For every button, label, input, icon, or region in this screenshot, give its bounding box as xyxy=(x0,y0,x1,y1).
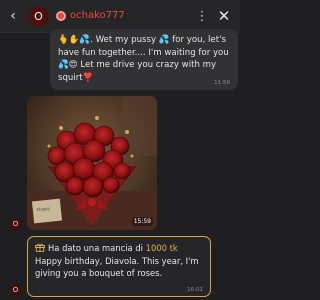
user-badge-icon xyxy=(56,11,66,21)
close-icon[interactable]: ✕ xyxy=(216,8,232,24)
message-text: 🫰✋💦. Wet my pussy 💦 for you, let's have … xyxy=(58,35,229,83)
message-time: 16:01 xyxy=(187,287,203,293)
message-time: 11:58 xyxy=(214,80,230,86)
rose-bouquet-image: Happy xyxy=(27,96,157,230)
more-options-icon[interactable]: ⋮ xyxy=(195,9,209,25)
sender-avatar: O xyxy=(9,218,22,231)
tip-message: Ha dato una mancia di 1000 tk Happy birt… xyxy=(27,236,211,297)
tip-prefix: Ha dato una mancia di xyxy=(48,243,146,253)
tip-text: Happy birthday, Diavola. This year, I'm … xyxy=(35,256,199,278)
message-time: 15:59 xyxy=(131,217,153,226)
sender-avatar: O xyxy=(9,284,22,297)
back-arrow-icon[interactable]: ‹ xyxy=(5,8,21,24)
message-bubble: 🫰✋💦. Wet my pussy 💦 for you, let's have … xyxy=(50,29,238,90)
gift-icon xyxy=(35,243,45,252)
avatar[interactable]: O xyxy=(28,6,49,27)
photo-message[interactable]: Happy 15:59 xyxy=(27,96,157,230)
tip-amount: 1000 tk xyxy=(145,243,178,253)
username[interactable]: ochako777 xyxy=(70,9,125,23)
tip-header: Ha dato una mancia di 1000 tk xyxy=(35,242,203,254)
